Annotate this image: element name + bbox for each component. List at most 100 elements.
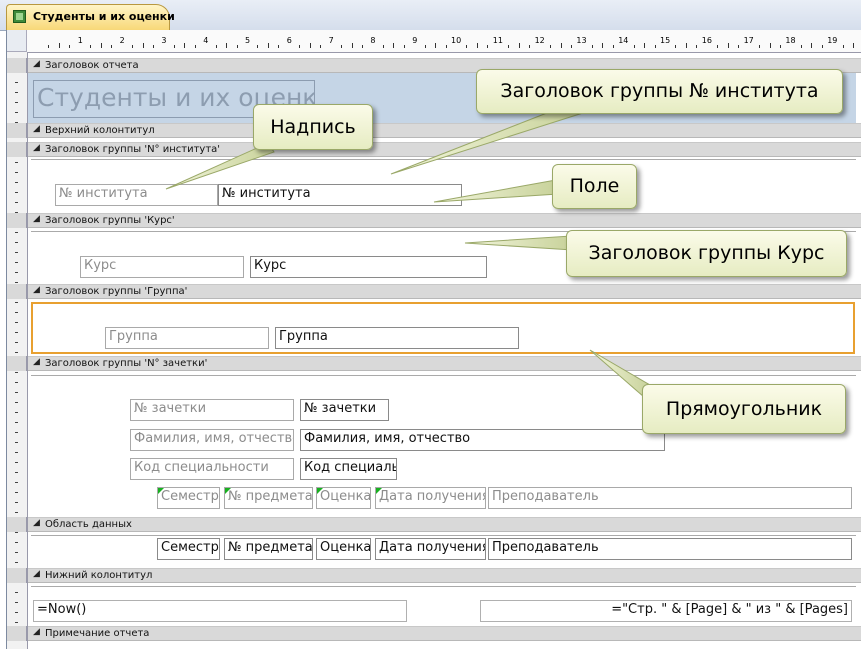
pages-field[interactable]: ="Стр. " & [Page] & " из " & [Pages] (480, 600, 852, 622)
section-page-footer[interactable]: =Now() ="Стр. " & [Page] & " из " & [Pag… (28, 583, 856, 626)
ruler-number: 9 (412, 36, 418, 45)
ruler-tick (717, 45, 719, 48)
institute-field[interactable]: № института (218, 184, 462, 206)
spec-code-field[interactable]: Код специаль (300, 458, 397, 480)
fullname-field[interactable]: Фамилия, имя, отчество (300, 429, 665, 451)
ruler-tick (15, 262, 18, 263)
ruler-number: 8 (370, 36, 376, 45)
band-page-header[interactable]: ◢ Верхний колонтитул (28, 123, 861, 138)
group-field[interactable]: Группа (275, 327, 519, 349)
section-detail[interactable]: Семестр № предмета Оценка Дата получения… (28, 532, 856, 568)
band-group-group[interactable]: ◢ Заголовок группы 'Группа' (28, 284, 861, 299)
ruler-tick (15, 472, 18, 473)
detail-semester-field[interactable]: Семестр (157, 538, 220, 560)
record-field[interactable]: № зачетки (300, 399, 389, 421)
ruler-tick (675, 45, 677, 48)
col-teacher-label[interactable]: Преподаватель (488, 487, 852, 509)
ruler-tick (15, 162, 18, 163)
ruler-number: 11 (492, 36, 503, 45)
ruler-band-marker (7, 568, 27, 583)
tab-report-design[interactable]: Студенты и их оценки (6, 4, 175, 30)
ruler-tick (194, 45, 196, 48)
callout-label: Надпись (253, 104, 373, 150)
error-indicator-icon (158, 488, 164, 494)
ruler-tick (226, 43, 228, 48)
course-label[interactable]: Курс (80, 256, 244, 278)
detail-teacher-field[interactable]: Преподаватель (488, 538, 852, 560)
ruler-tick (15, 482, 18, 483)
ruler-number: 7 (328, 36, 334, 45)
ruler-tick (15, 342, 18, 343)
ruler-tick (15, 492, 18, 493)
band-group-institute[interactable]: ◢ Заголовок группы 'N° института' (28, 142, 861, 157)
ruler-tick (529, 45, 531, 48)
band-label: Заголовок группы 'N° института' (45, 144, 221, 155)
ruler-tick (132, 45, 134, 48)
callout-rectangle: Прямоугольник (642, 384, 846, 434)
ruler-tick (90, 45, 92, 48)
ruler-tick (424, 45, 426, 48)
spec-code-label[interactable]: Код специальности (130, 458, 294, 480)
band-label: Область данных (45, 519, 132, 530)
ruler-tick (842, 45, 844, 48)
col-date-label[interactable]: Дата получения (375, 487, 486, 509)
collapse-arrow-icon: ◢ (33, 518, 40, 528)
ruler-band-marker (7, 58, 27, 73)
ruler-tick (15, 352, 18, 353)
collapse-arrow-icon: ◢ (33, 357, 40, 367)
ruler-number: 18 (785, 36, 796, 45)
ruler-tick (602, 43, 604, 48)
section-group-institute[interactable]: № института № института (28, 157, 856, 212)
ruler-tick (15, 552, 18, 553)
detail-subject-field[interactable]: № предмета (224, 538, 313, 560)
ruler-tick (518, 43, 520, 48)
ruler-number: 6 (286, 36, 292, 45)
course-field[interactable]: Курс (250, 256, 487, 278)
horizontal-ruler[interactable]: 1 2 3 4 5 6 7 8 9 10 11 12 13 14 15 16 17 18 19 (27, 30, 861, 53)
section-group-group[interactable]: Группа Группа (28, 299, 856, 356)
ruler-tick (382, 45, 384, 48)
ruler-tick (633, 45, 635, 48)
ruler-tick (800, 45, 802, 48)
ruler-tick (257, 45, 259, 48)
ruler-tick (15, 332, 18, 333)
label-text: Дата получения (379, 489, 486, 504)
band-detail[interactable]: ◢ Область данных (28, 517, 861, 532)
collapse-arrow-icon: ◢ (33, 143, 40, 153)
ruler-tick (236, 45, 238, 48)
band-report-footer[interactable]: ◢ Примечание отчета (28, 626, 861, 641)
detail-date-field[interactable]: Дата получения (375, 538, 486, 560)
now-field[interactable]: =Now() (33, 600, 407, 622)
ruler-tick (560, 43, 562, 48)
group-label[interactable]: Группа (105, 327, 269, 349)
ruler-band-marker (7, 517, 27, 532)
institute-label[interactable]: № института (55, 184, 218, 206)
ruler-number: 3 (161, 36, 167, 45)
label-text: Семестр (161, 489, 219, 504)
record-label[interactable]: № зачетки (130, 399, 294, 421)
ruler-tick (100, 43, 102, 48)
ruler-tick (654, 45, 656, 48)
band-group-course[interactable]: ◢ Заголовок группы 'Курс' (28, 213, 861, 228)
callout-group-header: Заголовок группы № института (476, 69, 843, 114)
col-grade-label[interactable]: Оценка (316, 487, 371, 509)
collapse-arrow-icon: ◢ (33, 124, 40, 134)
fullname-label[interactable]: Фамилия, имя, отчество (130, 429, 294, 451)
ruler-tick (811, 43, 813, 48)
ruler-tick (15, 452, 18, 453)
col-subject-label[interactable]: № предмета (224, 487, 313, 509)
band-group-record[interactable]: ◢ Заголовок группы 'N° зачетки' (28, 356, 861, 371)
section-divider (31, 375, 856, 376)
ruler-tick (15, 432, 18, 433)
ruler-tick (152, 45, 154, 48)
band-page-footer[interactable]: ◢ Нижний колонтитул (28, 568, 861, 583)
detail-grade-field[interactable]: Оценка (316, 538, 371, 560)
ruler-tick (738, 45, 740, 48)
ruler-tick (15, 372, 18, 373)
ruler-corner[interactable] (7, 30, 27, 52)
ruler-tick (15, 322, 18, 323)
ruler-number: 4 (203, 36, 209, 45)
ruler-tick (15, 532, 18, 533)
ruler-tick (215, 45, 217, 48)
col-semester-label[interactable]: Семестр (157, 487, 220, 509)
